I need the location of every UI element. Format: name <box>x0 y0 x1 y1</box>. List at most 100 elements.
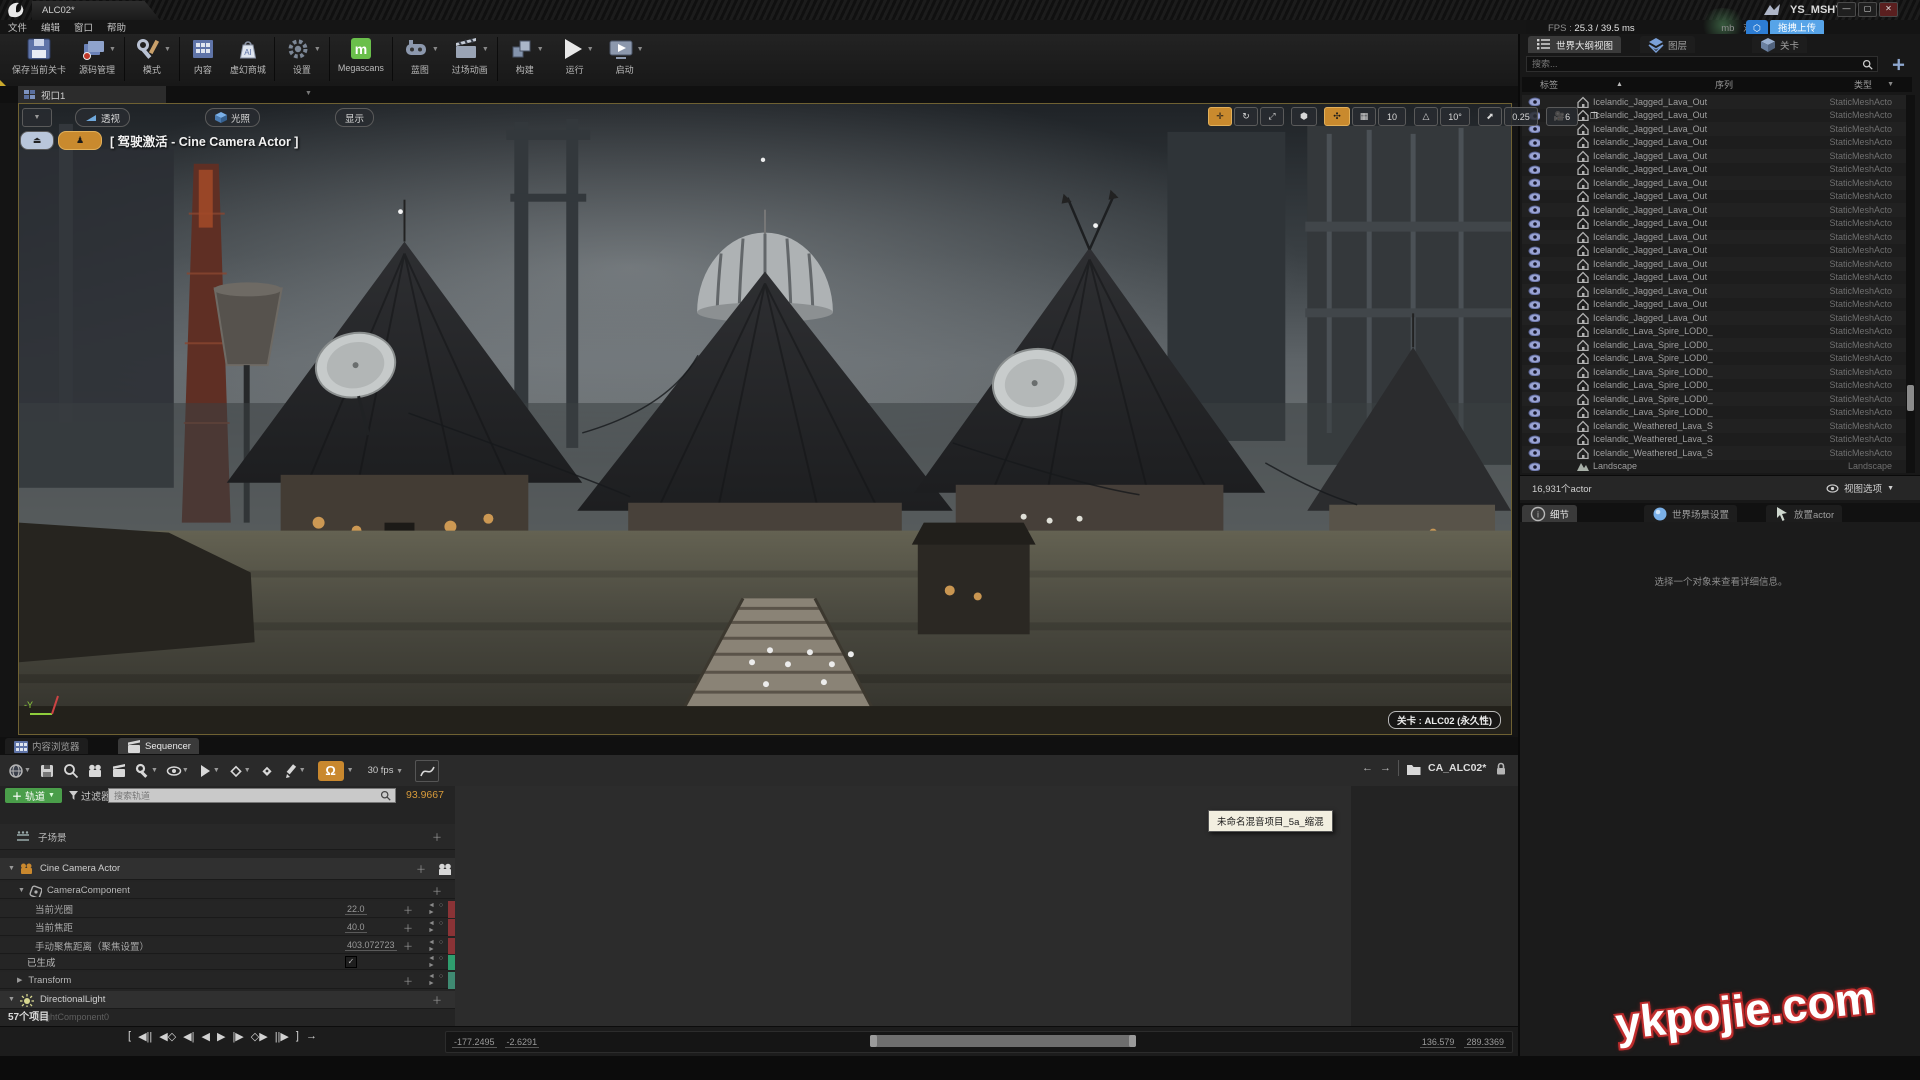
viewport-options-button[interactable]: ▼ <box>22 108 52 127</box>
outliner-row[interactable]: Icelandic_Jagged_Lava_OutStaticMeshActo <box>1522 176 1906 190</box>
track-row-已生成[interactable]: 已生成✓◄ ○ ► <box>0 955 455 970</box>
dropdown-arrow-icon[interactable]: ▼ <box>432 46 439 53</box>
outliner-row[interactable]: Icelandic_Lava_Spire_LOD0_StaticMeshActo <box>1522 352 1906 366</box>
view-range-end[interactable]: 289.3369 <box>1464 1037 1506 1048</box>
show-flags-button[interactable]: 显示 <box>335 108 374 127</box>
track-row-当前焦距[interactable]: 当前焦距40.0＋◄ ○ ► <box>0 919 455 936</box>
add-key-button[interactable]: ＋ <box>403 973 413 988</box>
key-nav[interactable]: ◄ ○ ► <box>428 920 449 934</box>
world-space-button[interactable]: ⬢ <box>1291 107 1317 126</box>
visibility-eye-icon[interactable] <box>1528 340 1540 349</box>
nav-forward-button[interactable]: → <box>1380 762 1391 774</box>
menu-item-0[interactable]: 文件 <box>8 20 27 34</box>
outliner-row[interactable]: Icelandic_Jagged_Lava_OutStaticMeshActo <box>1522 149 1906 163</box>
key-nav[interactable]: ◄ ○ ► <box>428 955 449 969</box>
toolbar-content-button[interactable]: 内容 <box>188 37 218 76</box>
viewport-tab-menu-icon[interactable]: ▼ <box>305 90 312 97</box>
toolbar-modes-button[interactable]: ▼模式 <box>133 37 171 76</box>
perspective-button[interactable]: 透视 <box>75 108 130 127</box>
eye-button[interactable]: ▼ <box>166 763 189 779</box>
grid-snap-value[interactable]: 10 <box>1378 107 1406 126</box>
tab-关卡[interactable]: 关卡 <box>1752 36 1807 53</box>
visibility-eye-icon[interactable] <box>1528 165 1540 174</box>
visibility-eye-icon[interactable] <box>1528 408 1540 417</box>
play-button[interactable]: ▶ <box>217 1030 225 1043</box>
clapper-button[interactable] <box>111 763 127 779</box>
outliner-scrollbar[interactable] <box>1906 95 1915 473</box>
dropdown-arrow-icon[interactable]: ▼ <box>537 46 544 53</box>
track-row-Cine Camera Actor[interactable]: ▼Cine Camera Actor＋ <box>0 858 455 880</box>
toolbar-marketplace-button[interactable]: AI虚幻商城 <box>230 37 266 76</box>
nav-back-button[interactable]: ← <box>1362 762 1373 774</box>
outliner-row[interactable]: Icelandic_Weathered_Lava_SStaticMeshActo <box>1522 446 1906 460</box>
camera-speed-button[interactable]: 🎥 6 <box>1546 107 1578 126</box>
visibility-eye-icon[interactable] <box>1528 327 1540 336</box>
key-nav[interactable]: ◄ ○ ► <box>428 902 449 916</box>
scale-snap-value[interactable]: 0.25 <box>1504 107 1538 126</box>
camera-lock-button[interactable] <box>437 862 451 875</box>
minimize-button[interactable]: — <box>1837 2 1856 17</box>
tab-细节[interactable]: i细节 <box>1522 505 1577 522</box>
outliner-row[interactable]: Icelandic_Jagged_Lava_OutStaticMeshActo <box>1522 271 1906 285</box>
add-track-plus[interactable]: ＋ <box>432 883 442 898</box>
angle-snap-value[interactable]: 10° <box>1440 107 1470 126</box>
add-filter-icon[interactable] <box>1892 58 1905 71</box>
outliner-row[interactable]: Icelandic_Jagged_Lava_OutStaticMeshActo <box>1522 217 1906 231</box>
visibility-eye-icon[interactable] <box>1528 381 1540 390</box>
outliner-row[interactable]: Icelandic_Jagged_Lava_OutStaticMeshActo <box>1522 163 1906 177</box>
outliner-row[interactable]: Icelandic_Lava_Spire_LOD0_StaticMeshActo <box>1522 379 1906 393</box>
outliner-row[interactable]: Icelandic_Lava_Spire_LOD0_StaticMeshActo <box>1522 325 1906 339</box>
previous-keyframe-button[interactable]: ◀◇ <box>159 1030 176 1043</box>
outliner-row[interactable]: Icelandic_Lava_Spire_LOD0_StaticMeshActo <box>1522 365 1906 379</box>
visibility-eye-icon[interactable] <box>1528 313 1540 322</box>
menu-item-3[interactable]: 帮助 <box>107 20 126 34</box>
scale-tool-button[interactable]: ⤢ <box>1260 107 1284 126</box>
track-row-CameraComponent[interactable]: ▼CameraComponent＋ <box>0 882 455 899</box>
visibility-eye-icon[interactable] <box>1528 273 1540 282</box>
visibility-eye-icon[interactable] <box>1528 178 1540 187</box>
rotate-tool-button[interactable]: ↻ <box>1234 107 1258 126</box>
tab-Sequencer[interactable]: Sequencer <box>118 738 199 754</box>
step-forward-button[interactable]: ||▶ <box>275 1030 289 1043</box>
visibility-eye-icon[interactable] <box>1528 232 1540 241</box>
work-range-start[interactable]: -2.6291 <box>505 1037 540 1048</box>
dropdown-arrow-icon[interactable]: ▼ <box>482 46 489 53</box>
add-track-plus[interactable]: ＋ <box>432 992 442 1007</box>
visibility-eye-icon[interactable] <box>1528 246 1540 255</box>
visibility-eye-icon[interactable] <box>1528 286 1540 295</box>
track-value[interactable]: 40.0 <box>345 922 367 933</box>
wrench-button[interactable]: ▼ <box>135 763 158 779</box>
dropdown-arrow-icon[interactable]: ▼ <box>109 46 116 53</box>
visibility-eye-icon[interactable] <box>1528 138 1540 147</box>
outliner-scrollbar-thumb[interactable] <box>1907 385 1914 411</box>
outliner-row[interactable]: Icelandic_Jagged_Lava_OutStaticMeshActo <box>1522 257 1906 271</box>
scale-snap-button[interactable]: ⬈ <box>1478 107 1502 126</box>
dropdown-arrow-icon[interactable]: ▼ <box>314 46 321 53</box>
tab-内容浏览器[interactable]: 内容浏览器 <box>5 738 88 754</box>
column-label[interactable]: 标签 <box>1540 78 1558 91</box>
viewport-tab[interactable]: 视口1 <box>18 86 166 103</box>
outliner-row[interactable]: Icelandic_Jagged_Lava_OutStaticMeshActo <box>1522 203 1906 217</box>
add-track-button[interactable]: ＋轨道▼ <box>5 788 62 803</box>
add-track-plus[interactable]: ＋ <box>432 829 442 844</box>
lock-icon[interactable] <box>1493 761 1508 776</box>
folder-icon[interactable] <box>1406 761 1421 776</box>
add-key-button[interactable]: ＋ <box>403 938 413 953</box>
toolbar-megascans-button[interactable]: mMegascans <box>338 37 384 73</box>
track-row-子场景[interactable]: 子场景＋ <box>0 824 455 850</box>
diamond-button[interactable]: ▼ <box>228 763 251 779</box>
grid-snap-button[interactable]: ▦ <box>1352 107 1376 126</box>
tab-世界场景设置[interactable]: 世界场景设置 <box>1644 505 1737 522</box>
sequence-name[interactable]: CA_ALC02* <box>1428 762 1486 774</box>
visibility-eye-icon[interactable] <box>1528 354 1540 363</box>
track-row-当前光圈[interactable]: 当前光圈22.0＋◄ ○ ► <box>0 901 455 918</box>
next-keyframe-button[interactable]: ◇▶ <box>251 1030 268 1043</box>
timeline-scrollbar-thumb[interactable] <box>870 1035 1136 1047</box>
add-key-button[interactable]: ＋ <box>403 902 413 917</box>
snap-options-arrow[interactable]: ▼ <box>347 767 354 774</box>
toolbar-source-control-button[interactable]: ▼源码管理 <box>78 37 116 76</box>
outliner-row[interactable]: Icelandic_Jagged_Lava_OutStaticMeshActo <box>1522 298 1906 312</box>
outliner-row[interactable]: Icelandic_Jagged_Lava_OutStaticMeshActo <box>1522 284 1906 298</box>
menu-item-1[interactable]: 编辑 <box>41 20 60 34</box>
key-nav[interactable]: ◄ ○ ► <box>428 973 449 987</box>
